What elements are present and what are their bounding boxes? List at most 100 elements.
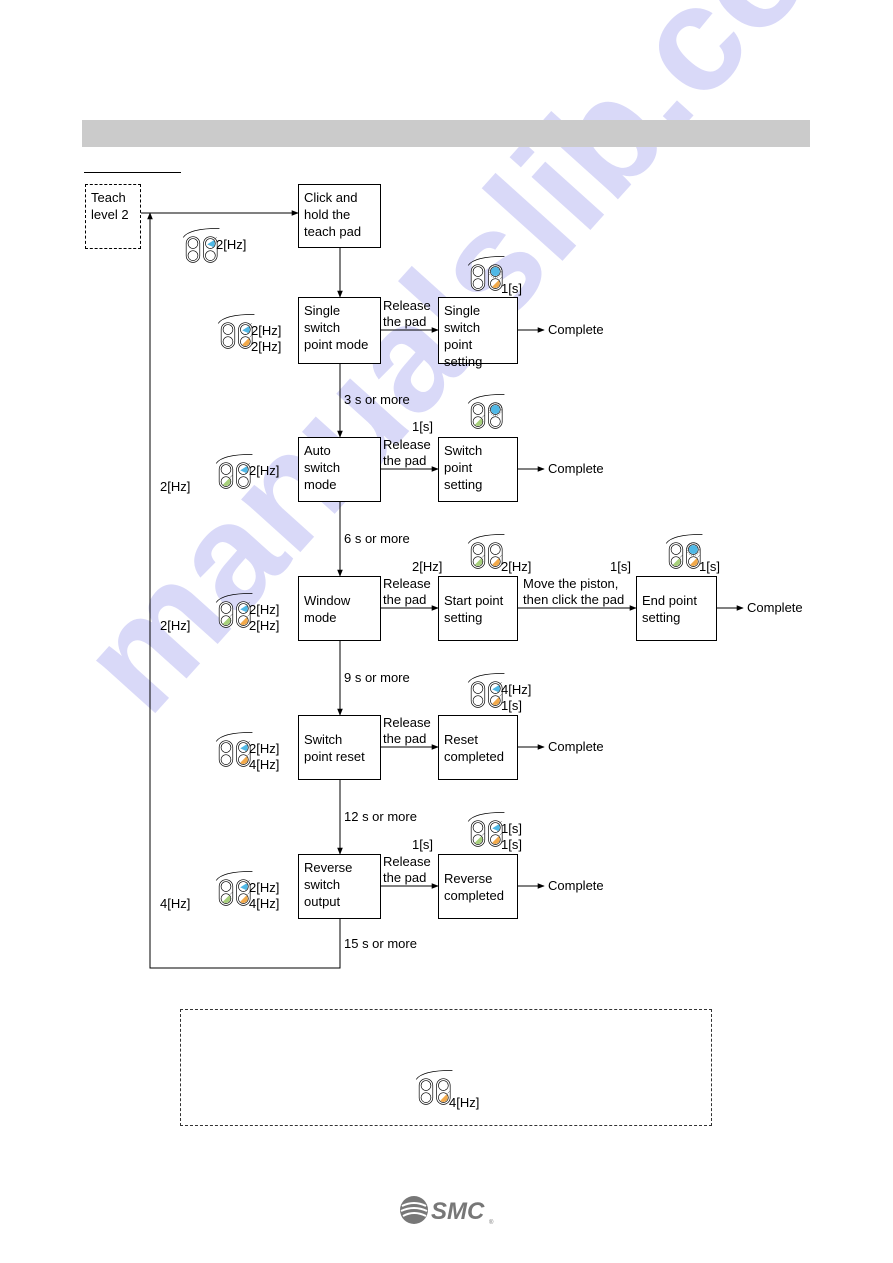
led-bl-off-icon	[220, 754, 232, 765]
led-tr-off-icon	[490, 544, 501, 555]
led-label-br: 4[Hz]	[249, 757, 280, 772]
casing-arc	[215, 454, 253, 464]
svg-text:®: ®	[489, 1219, 494, 1226]
led-tl-off-icon	[187, 238, 199, 249]
node-start-point: Start point setting	[438, 576, 518, 641]
led-indicator-click-hold: 2[Hz]	[165, 219, 246, 271]
led-label-br: 4[Hz]	[249, 896, 280, 911]
label-9s: 9 s or more	[344, 670, 410, 685]
led-tl-off-icon	[220, 742, 232, 753]
led-indicator-note: 4[Hz]	[398, 1061, 479, 1113]
casing-arc	[215, 732, 253, 742]
led-tl-off-icon	[670, 544, 682, 555]
label-6s: 6 s or more	[344, 531, 410, 546]
led-indicator-reset-mode: 2[Hz] 4[Hz]	[198, 723, 279, 775]
casing-arc	[467, 256, 505, 266]
led-label-bl: 4[Hz]	[160, 896, 191, 911]
led-label-bl: 2[Hz]	[160, 618, 191, 633]
casing-arc	[467, 394, 505, 404]
node-window-mode: Window mode	[298, 576, 381, 641]
label-move-piston: Move the piston, then click the pad	[523, 576, 625, 607]
led-tl-off-icon	[472, 683, 484, 694]
label-release-1: Release the pad	[383, 298, 431, 329]
led-label-tr: 4[Hz]	[501, 682, 532, 697]
label-release-5: Release the pad	[383, 854, 431, 885]
led-label-tr: 2[Hz]	[249, 880, 280, 895]
led-label-bl: 1[s]	[610, 559, 631, 574]
led-br-off-icon	[205, 250, 216, 261]
casing-arc	[665, 534, 703, 544]
led-bl-off-icon	[472, 278, 484, 289]
casing-arc	[415, 1070, 453, 1080]
label-complete-4: Complete	[548, 739, 604, 754]
led-tl-off-icon	[220, 464, 232, 475]
led-indicator-reverse-completed: 1[s] 1[s] 1[s]	[412, 803, 522, 855]
led-label-bl: 1[s]	[412, 419, 433, 434]
led-br-off-icon	[238, 476, 249, 487]
node-auto-mode: Auto switch mode	[298, 437, 381, 502]
led-label-br: 1[s]	[501, 281, 522, 296]
led-indicator-start-point: 2[Hz] 2[Hz]	[412, 525, 531, 577]
led-label-bl: 2[Hz]	[412, 559, 443, 574]
led-indicator-reverse-mode: 2[Hz] 4[Hz] 4[Hz]	[160, 862, 279, 914]
node-reset-mode: Switch point reset	[298, 715, 381, 780]
node-reverse-mode: Reverse switch output	[298, 854, 381, 919]
led-tr-off-icon	[438, 1080, 449, 1091]
led-label-bl: 2[Hz]	[160, 479, 191, 494]
label-complete-3: Complete	[747, 600, 803, 615]
led-tl-off-icon	[472, 822, 484, 833]
led-tl-off-icon	[472, 544, 484, 555]
casing-arc	[467, 534, 505, 544]
led-bl-off-icon	[187, 250, 199, 261]
led-tl-off-icon	[472, 404, 484, 415]
led-label-br: 2[Hz]	[251, 339, 282, 354]
node-reverse-completed: Reverse completed	[438, 854, 518, 919]
node-reset-completed: Reset completed	[438, 715, 518, 780]
smc-logo-text: SMC	[431, 1198, 485, 1225]
led-label-br: 1[s]	[501, 837, 522, 852]
led-label-br: 4[Hz]	[449, 1095, 480, 1110]
led-tl-off-icon	[220, 603, 232, 614]
label-complete-5: Complete	[548, 878, 604, 893]
led-indicator-single-setting: 1[s]	[450, 247, 522, 299]
led-label-br: 1[s]	[699, 559, 720, 574]
label-complete-1: Complete	[548, 322, 604, 337]
led-label-tr: 2[Hz]	[249, 463, 280, 478]
section-header-bar	[82, 120, 810, 147]
led-label-tr: 2[Hz]	[249, 602, 280, 617]
led-label-br: 2[Hz]	[249, 618, 280, 633]
label-release-3: Release the pad	[383, 576, 431, 607]
casing-arc	[467, 812, 505, 822]
node-end-point: End point setting	[636, 576, 717, 641]
led-indicator-reset-completed: 4[Hz] 1[s]	[450, 664, 531, 716]
led-bl-off-icon	[222, 336, 234, 347]
led-label-tr: 2[Hz]	[251, 323, 282, 338]
node-switch-setting: Switch point setting	[438, 437, 518, 502]
led-label-tr: 2[Hz]	[249, 741, 280, 756]
label-12s: 12 s or more	[344, 809, 417, 824]
label-complete-2: Complete	[548, 461, 604, 476]
smc-logo: SMC ®	[400, 1196, 494, 1226]
led-tl-off-icon	[220, 881, 232, 892]
led-tl-off-icon	[222, 324, 234, 335]
led-tl-off-icon	[472, 266, 484, 277]
led-label-tr: 1[s]	[501, 821, 522, 836]
node-teach-level-2: Teach level 2	[85, 184, 141, 249]
casing-arc	[215, 593, 253, 603]
casing-arc	[215, 871, 253, 881]
casing-arc	[467, 673, 505, 683]
led-br-off-icon	[490, 416, 501, 427]
node-single-setting: Single switch point setting	[438, 297, 518, 369]
led-indicator-window-mode: 2[Hz] 2[Hz] 2[Hz]	[160, 584, 279, 636]
casing-arc	[217, 314, 255, 324]
casing-arc	[182, 228, 220, 238]
label-3s: 3 s or more	[344, 392, 410, 407]
label-15s: 15 s or more	[344, 936, 417, 951]
led-indicator-single-mode: 2[Hz] 2[Hz]	[200, 305, 281, 357]
led-indicator-switch-setting: 1[s]	[412, 385, 512, 437]
led-bl-off-icon	[472, 695, 484, 706]
led-tl-off-icon	[420, 1080, 432, 1091]
led-bl-off-icon	[420, 1092, 432, 1103]
led-label-bl: 1[s]	[412, 837, 433, 852]
label-release-4: Release the pad	[383, 715, 431, 746]
